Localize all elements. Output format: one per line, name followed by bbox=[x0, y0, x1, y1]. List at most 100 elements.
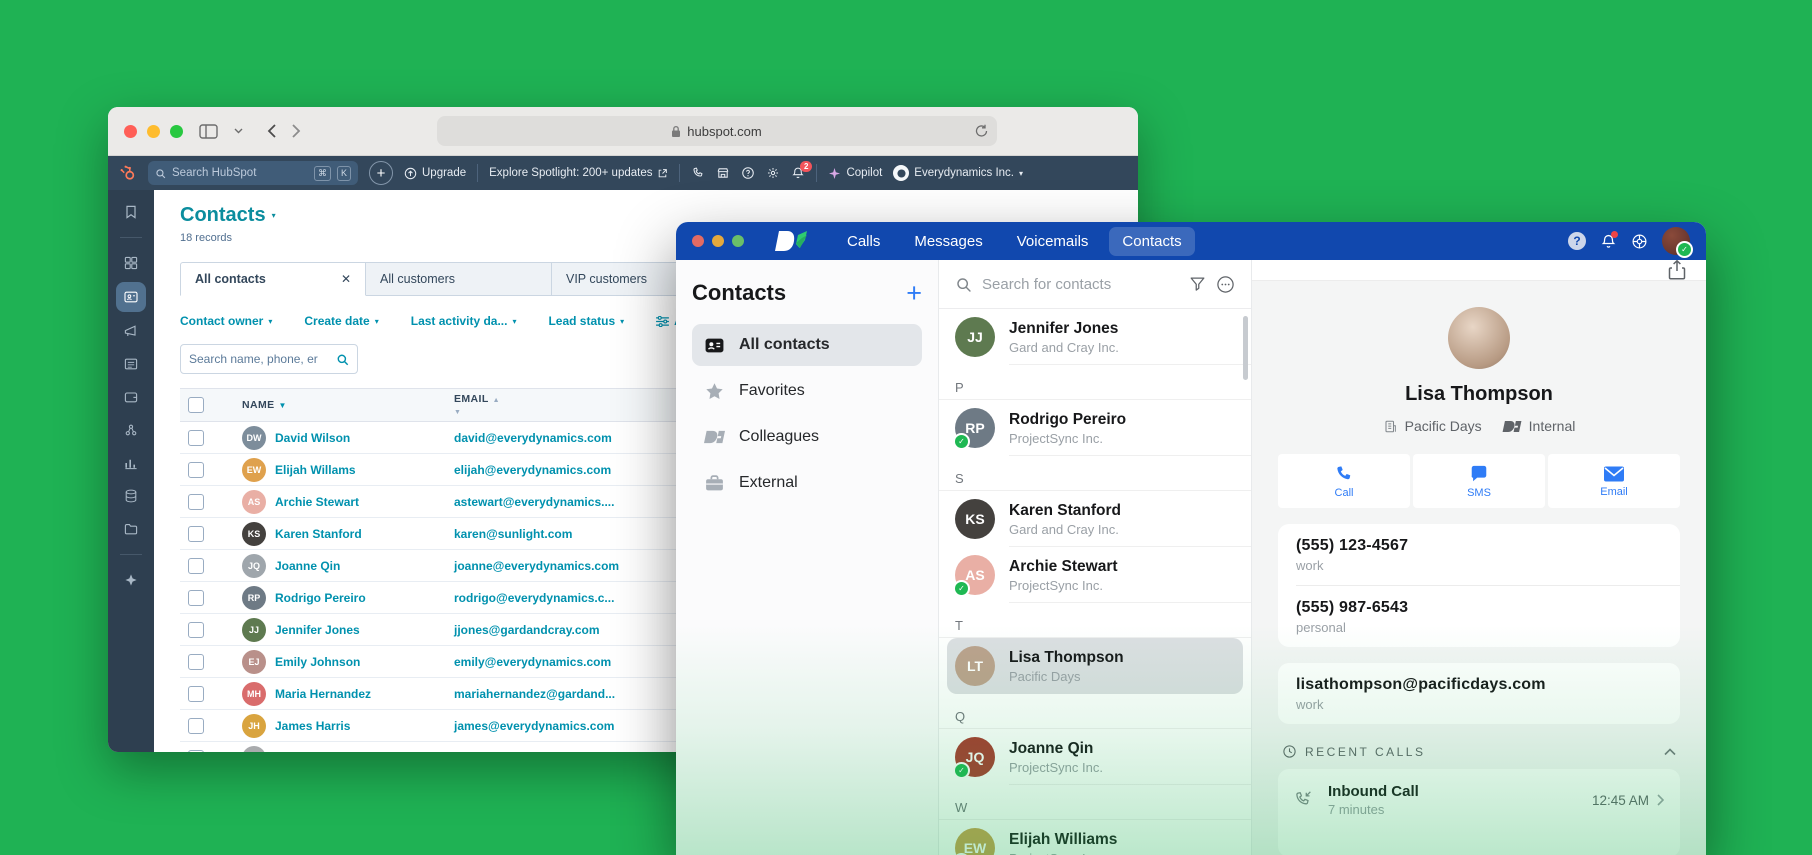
chevron-down-icon[interactable] bbox=[234, 128, 243, 134]
notifications-bell-icon[interactable] bbox=[1600, 233, 1617, 250]
row-checkbox[interactable] bbox=[188, 430, 204, 446]
sms-button[interactable]: SMS bbox=[1413, 454, 1545, 508]
sidebar-item-favorites[interactable]: Favorites bbox=[692, 370, 922, 412]
contact-email-link[interactable]: karen@sunlight.com bbox=[446, 518, 668, 550]
contact-email-link[interactable]: david@everydynamics.com bbox=[446, 422, 668, 454]
sidebar-item-external[interactable]: External bbox=[692, 462, 922, 504]
app-tab[interactable]: Contacts bbox=[1109, 227, 1194, 256]
contact-email-link[interactable]: rodrigo@everydynamics.c... bbox=[446, 582, 668, 614]
sidebar-item-all-contacts[interactable]: All contacts bbox=[692, 324, 922, 366]
close-window-button[interactable] bbox=[124, 125, 137, 138]
row-checkbox[interactable] bbox=[188, 526, 204, 542]
contact-search[interactable]: Search for contacts bbox=[939, 260, 1251, 309]
call-button[interactable]: Call bbox=[1278, 454, 1410, 508]
contact-name-link[interactable]: Jennifer Jones bbox=[275, 623, 360, 637]
app-tab[interactable]: Voicemails bbox=[1004, 227, 1102, 256]
contact-email-link[interactable]: ethan@everydynamics.com bbox=[446, 742, 668, 753]
user-avatar[interactable]: ✓ bbox=[1662, 227, 1690, 255]
filter-dropdown[interactable]: Lead status▾ bbox=[548, 314, 624, 328]
contact-name-link[interactable]: Ethan Cole bbox=[275, 751, 338, 753]
library-icon[interactable] bbox=[123, 521, 139, 537]
detail-field-row[interactable]: lisathompson@pacificdays.comwork bbox=[1278, 663, 1680, 724]
marketing-icon[interactable] bbox=[123, 323, 139, 339]
account-menu[interactable]: Everydynamics Inc. ▾ bbox=[893, 165, 1023, 181]
contact-name-link[interactable]: Archie Stewart bbox=[275, 495, 359, 509]
contact-list-item[interactable]: AS✓ Archie StewartProjectSync Inc. bbox=[939, 547, 1251, 603]
contact-name-link[interactable]: David Wilson bbox=[275, 431, 350, 445]
contact-name-link[interactable]: Rodrigo Pereiro bbox=[275, 591, 366, 605]
minimize-window-button[interactable] bbox=[147, 125, 160, 138]
contact-email-link[interactable]: joanne@everydynamics.com bbox=[446, 550, 668, 582]
hubspot-search-input[interactable]: Search HubSpot ⌘ K bbox=[148, 161, 358, 185]
row-checkbox[interactable] bbox=[188, 654, 204, 670]
sidebar-toggle-icon[interactable] bbox=[199, 124, 218, 139]
select-all-checkbox[interactable] bbox=[188, 397, 204, 413]
row-checkbox[interactable] bbox=[188, 494, 204, 510]
contact-email-link[interactable]: astewart@everydynamics.... bbox=[446, 486, 668, 518]
copilot-button[interactable]: Copilot bbox=[828, 167, 882, 180]
contact-name-link[interactable]: Maria Hernandez bbox=[275, 687, 371, 701]
contact-list-item[interactable]: JQ✓ Joanne QinProjectSync Inc. bbox=[939, 729, 1251, 785]
detail-field-row[interactable]: (555) 987-6543personal bbox=[1296, 585, 1680, 647]
sidebar-item-colleagues[interactable]: Colleagues bbox=[692, 416, 922, 458]
contact-list-item[interactable]: LT Lisa ThompsonPacific Days bbox=[947, 638, 1243, 694]
row-checkbox[interactable] bbox=[188, 462, 204, 478]
hubspot-add-button[interactable]: + bbox=[369, 161, 393, 185]
zoom-window-button[interactable] bbox=[732, 235, 744, 247]
row-checkbox[interactable] bbox=[188, 750, 204, 753]
filter-dropdown[interactable]: Contact owner▾ bbox=[180, 314, 272, 328]
view-tab[interactable]: All contacts✕ bbox=[180, 262, 366, 296]
automations-icon[interactable] bbox=[123, 422, 139, 438]
contact-list-item[interactable]: RP✓ Rodrigo PereiroProjectSync Inc. bbox=[939, 400, 1251, 456]
contact-list-item[interactable]: JJ Jennifer JonesGard and Cray Inc. bbox=[939, 309, 1251, 365]
navigation-toggle-icon[interactable] bbox=[123, 572, 139, 588]
detail-field-row[interactable]: (555) 123-4567work bbox=[1278, 524, 1680, 585]
app-tab[interactable]: Messages bbox=[901, 227, 995, 256]
contact-email-link[interactable]: jjones@gardandcray.com bbox=[446, 614, 668, 646]
commerce-icon[interactable] bbox=[123, 389, 139, 405]
contact-name-link[interactable]: Emily Johnson bbox=[275, 655, 360, 669]
close-tab-icon[interactable]: ✕ bbox=[341, 272, 351, 286]
column-header-email[interactable]: EMAIL▲▼ bbox=[446, 389, 668, 422]
email-button[interactable]: Email bbox=[1548, 454, 1680, 508]
contact-email-link[interactable]: mariahernandez@gardand... bbox=[446, 678, 668, 710]
data-icon[interactable] bbox=[123, 488, 139, 504]
help-icon[interactable] bbox=[741, 166, 755, 180]
list-scrollbar[interactable] bbox=[1243, 316, 1248, 380]
close-window-button[interactable] bbox=[692, 235, 704, 247]
more-options-icon[interactable] bbox=[1216, 275, 1235, 294]
share-icon[interactable] bbox=[1668, 260, 1686, 280]
add-contact-button[interactable]: + bbox=[906, 283, 922, 303]
contact-email-link[interactable]: emily@everydynamics.com bbox=[446, 646, 668, 678]
contact-email-link[interactable]: james@everydynamics.com bbox=[446, 710, 668, 742]
marketplace-icon[interactable] bbox=[716, 166, 730, 180]
contact-name-link[interactable]: Karen Stanford bbox=[275, 527, 362, 541]
app-tab[interactable]: Calls bbox=[834, 227, 893, 256]
reporting-icon[interactable] bbox=[123, 455, 139, 471]
recent-call-item[interactable]: Inbound Call7 minutes 12:45 AM bbox=[1278, 773, 1680, 827]
view-tab[interactable]: All customers bbox=[366, 262, 552, 296]
row-checkbox[interactable] bbox=[188, 686, 204, 702]
upgrade-button[interactable]: Upgrade bbox=[404, 167, 466, 180]
contact-list-item[interactable]: EW✓ Elijah WilliamsProjectSync Inc. bbox=[939, 820, 1251, 855]
back-icon[interactable] bbox=[267, 124, 276, 138]
contact-list-item[interactable]: KS Karen StanfordGard and Cray Inc. bbox=[939, 491, 1251, 547]
settings-icon[interactable] bbox=[766, 166, 780, 180]
contact-email-link[interactable]: elijah@everydynamics.com bbox=[446, 454, 668, 486]
notifications-bell-icon[interactable]: 2 bbox=[791, 166, 805, 180]
hubspot-logo-icon[interactable] bbox=[120, 165, 137, 182]
calling-icon[interactable] bbox=[691, 166, 705, 180]
crm-contacts-icon[interactable] bbox=[116, 282, 146, 312]
minimize-window-button[interactable] bbox=[712, 235, 724, 247]
row-checkbox[interactable] bbox=[188, 718, 204, 734]
forward-icon[interactable] bbox=[292, 124, 301, 138]
zoom-window-button[interactable] bbox=[170, 125, 183, 138]
row-checkbox[interactable] bbox=[188, 558, 204, 574]
workspaces-grid-icon[interactable] bbox=[123, 255, 139, 271]
contact-name-link[interactable]: Elijah Willams bbox=[275, 463, 356, 477]
chevron-down-icon[interactable]: ▾ bbox=[272, 211, 276, 220]
reload-icon[interactable] bbox=[975, 124, 988, 138]
address-bar[interactable]: hubspot.com bbox=[437, 116, 997, 146]
help-icon[interactable]: ? bbox=[1568, 232, 1586, 250]
filter-dropdown[interactable]: Last activity da...▾ bbox=[411, 314, 517, 328]
